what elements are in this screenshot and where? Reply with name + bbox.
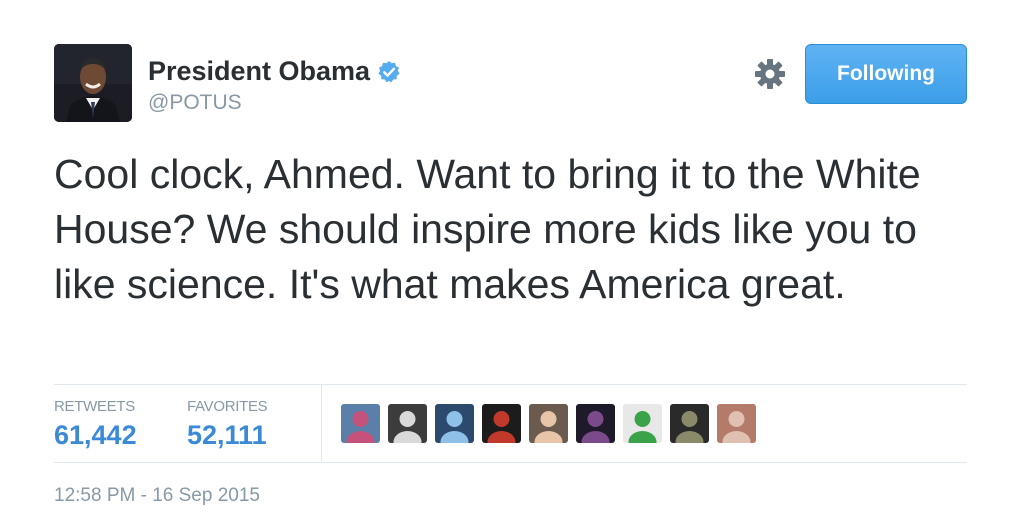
favorites-stat[interactable]: FAVORITES 52,111 (187, 398, 268, 451)
favoriter-avatar-4[interactable] (482, 404, 521, 443)
favoriter-avatar-5[interactable] (529, 404, 568, 443)
favoriter-avatar-6[interactable] (576, 404, 615, 443)
favoriter-avatar-9[interactable] (717, 404, 756, 443)
stats-top-divider (54, 384, 967, 385)
retweets-count: 61,442 (54, 420, 137, 450)
profile-avatar[interactable] (54, 44, 132, 122)
favoriter-avatar-8[interactable] (670, 404, 709, 443)
stats-vertical-divider (321, 385, 322, 461)
user-handle[interactable]: @POTUS (148, 91, 242, 115)
retweets-label: RETWEETS (54, 398, 135, 415)
favorites-label: FAVORITES (187, 398, 268, 415)
favoriter-avatar-1[interactable] (341, 404, 380, 443)
stats-bottom-divider (54, 462, 967, 463)
favoriter-avatar-2[interactable] (388, 404, 427, 443)
favoriter-avatar-3[interactable] (435, 404, 474, 443)
favoriter-avatar-7[interactable] (623, 404, 662, 443)
profile-photo (54, 44, 132, 122)
display-name[interactable]: President Obama (148, 56, 370, 87)
gear-icon[interactable] (754, 58, 786, 90)
tweet-text: Cool clock, Ahmed. Want to bring it to t… (54, 151, 921, 307)
retweets-stat[interactable]: RETWEETS 61,442 (54, 398, 137, 451)
tweet-timestamp[interactable]: 12:58 PM - 16 Sep 2015 (54, 485, 260, 507)
favoriter-avatars (341, 404, 756, 443)
favorites-count: 52,111 (187, 420, 267, 450)
following-button[interactable]: Following (805, 44, 967, 104)
verified-badge-icon (378, 60, 400, 82)
